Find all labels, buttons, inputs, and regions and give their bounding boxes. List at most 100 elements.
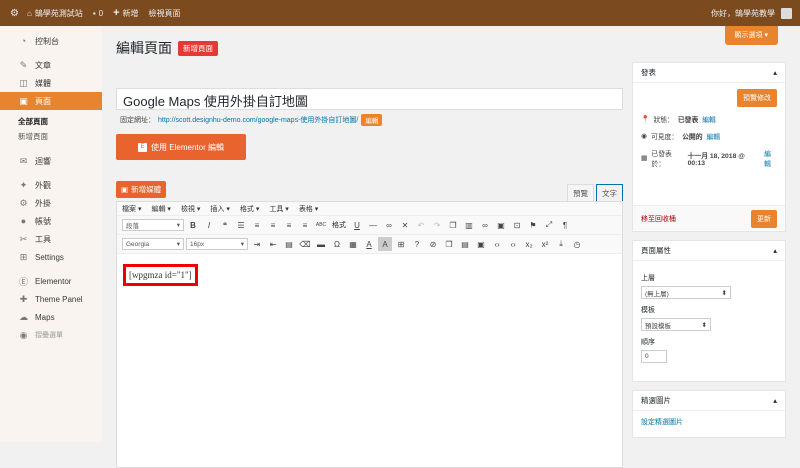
code-block-icon[interactable]: ▬ [314, 237, 328, 251]
menu-users[interactable]: ● 帳號 [0, 212, 102, 230]
bg-color-icon[interactable]: A [378, 237, 392, 251]
image-icon[interactable]: ▣ [494, 218, 508, 232]
eraser-icon[interactable]: ⌫ [298, 237, 312, 251]
edit-date-link[interactable]: 編輯 [764, 148, 777, 168]
menu-dashboard[interactable]: ◔ 控制台 [0, 32, 102, 50]
menu-appearance[interactable]: ✦ 外觀 [0, 176, 102, 194]
wordpress-logo-icon[interactable]: ⚙ [10, 8, 19, 19]
fullscreen-icon[interactable]: ⤢ [542, 218, 556, 232]
home-icon[interactable]: ⌂ [27, 9, 32, 18]
link-icon[interactable]: ∞ [382, 218, 396, 232]
indent-icon[interactable]: ⇥ [250, 237, 264, 251]
chevron-up-icon[interactable]: ▴ [773, 396, 777, 405]
align-left-icon[interactable]: ≡ [266, 218, 280, 232]
align-center-icon[interactable]: ≡ [282, 218, 296, 232]
chevron-up-icon[interactable]: ▴ [773, 246, 777, 255]
outdent-icon[interactable]: ⇤ [266, 237, 280, 251]
binoculars-icon[interactable]: ∞ [478, 218, 492, 232]
align-right-icon[interactable]: ≡ [298, 218, 312, 232]
format-label[interactable]: 格式 [332, 220, 346, 230]
menu-collapse[interactable]: ◉ 摺疊選單 [0, 326, 102, 344]
menu-maps[interactable]: ☁ Maps [0, 308, 102, 326]
edit-permalink-button[interactable]: 編輯 [361, 114, 383, 126]
menu-file[interactable]: 檔案 ▾ [122, 204, 141, 214]
preview-changes-button[interactable]: 預覽修改 [737, 89, 777, 107]
submenu-add-page[interactable]: 新增頁面 [0, 129, 102, 144]
paragraph-select[interactable]: 段落 ▾ [122, 219, 184, 231]
comments-icon[interactable]: ▪ [93, 9, 96, 18]
publish-box-header[interactable]: 發表 ▴ [633, 63, 785, 83]
menu-comments[interactable]: ✉ 迴響 [0, 152, 102, 170]
featured-image-header[interactable]: 精選圖片 ▴ [633, 391, 785, 411]
chevron-up-icon[interactable]: ▴ [773, 68, 777, 77]
omega-icon[interactable]: Ω [330, 237, 344, 251]
embed-icon[interactable]: ⊡ [510, 218, 524, 232]
cancel-icon[interactable]: ⊘ [426, 237, 440, 251]
plus-icon[interactable]: + [113, 7, 119, 19]
help-icon[interactable]: ? [410, 237, 424, 251]
avatar[interactable] [781, 7, 792, 19]
bookmark-icon[interactable]: ⚑ [526, 218, 540, 232]
image-icon[interactable]: ▣ [474, 237, 488, 251]
menu-edit[interactable]: 編輯 ▾ [151, 204, 170, 214]
paste-icon[interactable]: ▤ [282, 237, 296, 251]
set-featured-image-link[interactable]: 設定精選圖片 [641, 419, 683, 426]
permalink-url[interactable]: http://scott.designhu-demo.com/google-ma… [158, 115, 358, 125]
menu-format[interactable]: 格式 ▾ [240, 204, 259, 214]
user-greeting[interactable]: 你好，鵠學苑教學 [711, 8, 775, 19]
code-icon[interactable]: ‹› [490, 237, 504, 251]
bold-icon[interactable]: B [186, 218, 200, 232]
paragraph-mark-icon[interactable]: ¶ [558, 218, 572, 232]
clipboard-icon[interactable]: ▤ [458, 237, 472, 251]
copy-icon[interactable]: ❐ [446, 218, 460, 232]
columns-icon[interactable]: ▥ [462, 218, 476, 232]
move-to-trash-link[interactable]: 移至回收桶 [641, 214, 676, 224]
post-title-input[interactable]: Google Maps 使用外掛自訂地圖 [116, 88, 623, 110]
embed-code-icon[interactable]: ‹› [506, 237, 520, 251]
menu-elementor[interactable]: Ⓔ Elementor [0, 272, 102, 290]
comments-count[interactable]: 0 [99, 9, 103, 18]
page-attributes-header[interactable]: 頁面屬性 ▴ [633, 241, 785, 261]
font-family-select[interactable]: Georgia ▾ [122, 238, 184, 250]
menu-media[interactable]: ◫ 媒體 [0, 74, 102, 92]
menu-theme-panel[interactable]: ✚ Theme Panel [0, 290, 102, 308]
parent-select[interactable]: (無上層) ⬍ [641, 286, 731, 299]
menu-insert[interactable]: 插入 ▾ [210, 204, 229, 214]
font-size-select[interactable]: 16px ▾ [186, 238, 248, 250]
submenu-all-pages[interactable]: 全部頁面 [0, 114, 102, 129]
underline-icon[interactable]: U [350, 218, 364, 232]
screen-options-button[interactable]: 顯示選項 ▾ [724, 26, 778, 45]
numbered-list-icon[interactable]: ≡ [250, 218, 264, 232]
menu-tools[interactable]: ✂ 工具 [0, 230, 102, 248]
undo-icon[interactable]: ↶ [414, 218, 428, 232]
blockquote-icon[interactable]: ❝ [218, 218, 232, 232]
template-select[interactable]: 預設模板 ⬍ [641, 318, 711, 331]
horizontal-line-icon[interactable]: — [366, 218, 380, 232]
view-page-link[interactable]: 檢視頁面 [149, 8, 181, 19]
site-name-link[interactable]: 鵠學苑測試站 [35, 8, 83, 19]
subscript-icon[interactable]: x₂ [522, 237, 536, 251]
download-icon[interactable]: ⤓ [554, 237, 568, 251]
update-button[interactable]: 更新 [751, 209, 777, 228]
add-media-button[interactable]: ▣ 新增媒體 [116, 181, 167, 198]
menu-tools[interactable]: 工具 ▾ [269, 204, 288, 214]
add-new-page-button[interactable]: 新增頁面 [178, 40, 218, 56]
unlink-icon[interactable]: ✕ [398, 218, 412, 232]
table-icon[interactable]: ⊞ [394, 237, 408, 251]
edit-visibility-link[interactable]: 編輯 [707, 131, 721, 141]
editor-content[interactable]: [wpgmza id="1"] [117, 254, 622, 296]
edit-status-link[interactable]: 編輯 [702, 114, 716, 124]
clock-icon[interactable]: ◷ [570, 237, 584, 251]
bullet-list-icon[interactable]: ☰ [234, 218, 248, 232]
menu-table[interactable]: 表格 ▾ [299, 204, 318, 214]
menu-pages[interactable]: ▣ 頁面 [0, 92, 102, 110]
redo-icon[interactable]: ↷ [430, 218, 444, 232]
new-content-link[interactable]: 新增 [123, 8, 139, 19]
spellcheck-icon[interactable]: ABC [314, 218, 328, 232]
menu-posts[interactable]: ✎ 文章 [0, 56, 102, 74]
menu-settings[interactable]: ⊞ Settings [0, 248, 102, 266]
edit-with-elementor-button[interactable]: E 使用 Elementor 編輯 [116, 134, 246, 160]
copy-icon[interactable]: ❐ [442, 237, 456, 251]
superscript-icon[interactable]: x² [538, 237, 552, 251]
special-char-icon[interactable]: ▦ [346, 237, 360, 251]
